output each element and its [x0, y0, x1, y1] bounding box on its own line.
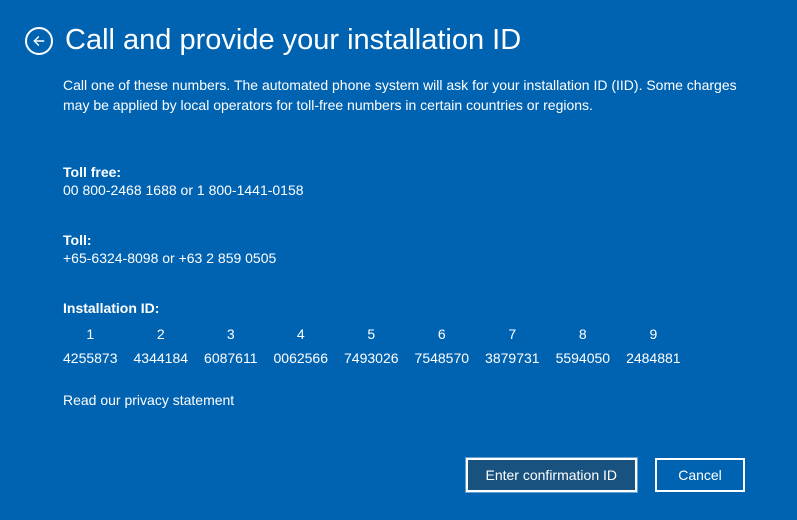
arrow-left-icon [32, 34, 46, 48]
iid-index: 6 [438, 326, 446, 342]
iid-column: 4 0062566 [274, 326, 329, 366]
enter-confirmation-id-button[interactable]: Enter confirmation ID [466, 458, 638, 492]
tollfree-value: 00 800-2468 1688 or 1 800-1441-0158 [63, 182, 737, 198]
iid-index: 5 [367, 326, 375, 342]
iid-column: 9 2484881 [626, 326, 681, 366]
iid-value: 7493026 [344, 350, 399, 366]
iid-column: 5 7493026 [344, 326, 399, 366]
iid-column: 2 4344184 [134, 326, 189, 366]
toll-value: +65-6324-8098 or +63 2 859 0505 [63, 250, 737, 266]
iid-value: 7548570 [415, 350, 470, 366]
iid-index: 7 [508, 326, 516, 342]
iid-value: 4344184 [134, 350, 189, 366]
iid-column: 6 7548570 [415, 326, 470, 366]
iid-index: 1 [86, 326, 94, 342]
iid-column: 1 4255873 [63, 326, 118, 366]
iid-column: 7 3879731 [485, 326, 540, 366]
iid-value: 6087611 [204, 350, 257, 366]
iid-column: 3 6087611 [204, 326, 257, 366]
iid-index: 3 [227, 326, 235, 342]
cancel-button[interactable]: Cancel [655, 458, 745, 492]
page-title: Call and provide your installation ID [65, 26, 521, 55]
iid-value: 4255873 [63, 350, 118, 366]
installation-id-label: Installation ID: [63, 300, 737, 316]
installation-id-grid: 1 4255873 2 4344184 3 6087611 4 0062566 5 7493026… [63, 326, 737, 366]
iid-value: 0062566 [274, 350, 329, 366]
privacy-link[interactable]: Read our privacy statement [63, 392, 234, 408]
iid-column: 8 5594050 [556, 326, 611, 366]
back-button[interactable] [25, 27, 53, 55]
iid-value: 3879731 [485, 350, 540, 366]
iid-index: 4 [297, 326, 305, 342]
tollfree-label: Toll free: [63, 164, 737, 180]
iid-index: 9 [649, 326, 657, 342]
iid-index: 8 [579, 326, 587, 342]
iid-value: 2484881 [626, 350, 681, 366]
iid-index: 2 [157, 326, 165, 342]
intro-text: Call one of these numbers. The automated… [63, 75, 737, 116]
iid-value: 5594050 [556, 350, 611, 366]
toll-label: Toll: [63, 232, 737, 248]
